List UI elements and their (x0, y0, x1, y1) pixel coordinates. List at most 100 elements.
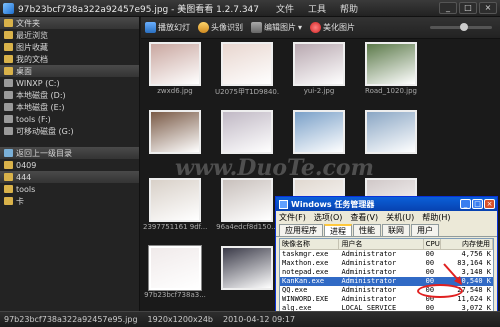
play-icon (145, 22, 156, 33)
thumbnail-caption: 96a4edcf8d150... (216, 223, 278, 231)
close-button[interactable]: × (479, 2, 497, 14)
slideshow-button[interactable]: 播放幻灯 (145, 22, 190, 33)
tree-item[interactable]: 我的文档 (0, 53, 139, 65)
tab-applications[interactable]: 应用程序 (279, 224, 323, 236)
thumbnail-caption: 97b23bcf738a3... (144, 291, 206, 299)
process-name: taskmgr.exe (282, 250, 329, 258)
tm-close-button[interactable]: × (484, 199, 495, 209)
menu-file[interactable]: 文件 (276, 2, 294, 15)
tree-item-label: 本地磁盘 (D:) (16, 90, 66, 100)
folder-icon (4, 197, 13, 205)
thumbnail-caption: yui-2.jpg (303, 87, 335, 95)
thumbnail-image (221, 246, 273, 290)
tree-item[interactable]: tools (F:) (0, 113, 139, 125)
process-row[interactable]: WINWORD.EXE Administrator 00 11,624 K (280, 295, 493, 304)
tab-processes[interactable]: 进程 (324, 224, 352, 236)
tree-item[interactable]: 可移动磁盘 (G:) (0, 125, 139, 137)
title-bar: 97b23bcf738a322a92457e95.jpg - 美图看看 1.2.… (0, 0, 500, 17)
thumbnail[interactable]: zwxd6.jpg (143, 42, 207, 97)
tree-item[interactable]: tools (0, 183, 139, 195)
tree-item[interactable]: 0409 (0, 159, 139, 171)
tree-item-label: 可移动磁盘 (G:) (16, 126, 74, 136)
tm-menu-file[interactable]: 文件(F) (279, 212, 306, 223)
edit-label: 编辑图片 (264, 23, 296, 32)
tree-item-label: 文件夹 (16, 18, 40, 28)
thumbnail-image (221, 178, 273, 222)
thumbnail-image (293, 42, 345, 86)
tm-maximize-button[interactable]: □ (472, 199, 483, 209)
thumbnail-image (221, 110, 273, 154)
process-name: Maxthon.exe (282, 259, 329, 267)
tree-item-label: tools (16, 184, 36, 194)
thumbnail-image (293, 110, 345, 154)
chevron-down-icon: ▾ (298, 23, 303, 32)
minimize-button[interactable]: _ (439, 2, 457, 14)
up-icon (4, 149, 13, 157)
thumbnail-caption: zwxd6.jpg (157, 87, 193, 95)
column-memory[interactable]: 内存使用 (441, 239, 493, 249)
process-cpu: 00 (425, 250, 435, 258)
tree-item[interactable]: 文件夹 (0, 17, 139, 29)
tree-item[interactable]: 最近浏览 (0, 29, 139, 41)
folder-icon (4, 185, 13, 193)
drive-icon (4, 115, 13, 123)
tree-item[interactable]: 444 (0, 171, 139, 183)
thumbnail-image (149, 110, 201, 154)
status-bar: 97b23bcf738a322a92457e95.jpg 1920x1200x2… (0, 311, 500, 327)
beautify-icon (310, 22, 322, 33)
tree-item[interactable]: 图片收藏 (0, 41, 139, 53)
thumbnail[interactable] (215, 246, 279, 301)
thumbnail[interactable]: 97b23bcf738a3... (143, 246, 207, 301)
tree-item[interactable]: 本地磁盘 (E:) (0, 101, 139, 113)
face-icon (198, 22, 209, 33)
edit-image-button[interactable]: 编辑图片 ▾ (251, 22, 302, 33)
thumbnail[interactable]: Road_1020.jpg (359, 42, 423, 97)
zoom-slider[interactable] (430, 23, 492, 31)
window-controls: _ □ × (439, 2, 497, 14)
process-user: Administrator (341, 250, 397, 258)
folder-icon (4, 173, 13, 181)
tree-item[interactable]: 卡 (0, 195, 139, 207)
tm-menu-view[interactable]: 查看(V) (350, 212, 378, 223)
tree-item[interactable]: WINXP (C:) (0, 77, 139, 89)
column-image-name[interactable]: 映像名称 (280, 239, 340, 249)
tm-minimize-button[interactable]: _ (460, 199, 471, 209)
process-cpu: 00 (425, 259, 435, 267)
folder-icon (4, 19, 13, 27)
thumbnail[interactable]: 96a4edcf8d150... (215, 178, 279, 233)
column-cpu[interactable]: CPU (424, 239, 442, 249)
thumbnail[interactable]: U2075甲T1D9840... (215, 42, 279, 97)
beautify-image-button[interactable]: 美化图片 (310, 22, 355, 33)
tree-separator (0, 137, 139, 147)
toolbar: 播放幻灯 头像识别 编辑图片 ▾ 美化图片 (141, 17, 500, 39)
task-manager-controls: _ □ × (460, 199, 495, 209)
tm-menu-help[interactable]: 帮助(H) (422, 212, 450, 223)
tree-item-label: 返回上一级目录 (16, 148, 72, 158)
thumbnail-image (149, 42, 201, 86)
tree-item-label: 图片收藏 (16, 42, 48, 52)
column-user-name[interactable]: 用户名 (339, 239, 424, 249)
process-row[interactable]: taskmgr.exe Administrator 00 4,756 K (280, 250, 493, 259)
folder-icon (4, 67, 13, 75)
tm-menu-shutdown[interactable]: 关机(U) (386, 212, 414, 223)
tab-networking[interactable]: 联网 (382, 224, 410, 236)
tree-item[interactable]: 本地磁盘 (D:) (0, 89, 139, 101)
tab-performance[interactable]: 性能 (353, 224, 381, 236)
status-dimensions: 1920x1200x24b (147, 315, 213, 324)
tm-menu-options[interactable]: 选项(O) (314, 212, 343, 223)
process-mem: 4,756 K (461, 250, 491, 258)
face-recognition-button[interactable]: 头像识别 (198, 22, 243, 33)
menu-tools[interactable]: 工具 (308, 2, 326, 15)
menu-help[interactable]: 帮助 (340, 2, 358, 15)
thumbnail[interactable]: 2397751161 9df... (143, 178, 207, 233)
thumbnail-caption: Road_1020.jpg (365, 87, 417, 95)
zoom-slider-knob[interactable] (460, 23, 468, 31)
tree-item[interactable]: 桌面 (0, 65, 139, 77)
maximize-button[interactable]: □ (459, 2, 477, 14)
thumbnail-caption: U2075甲T1D9840... (215, 88, 279, 96)
tree-item[interactable]: 返回上一级目录 (0, 147, 139, 159)
thumbnail[interactable]: yui-2.jpg (287, 42, 351, 97)
tab-users[interactable]: 用户 (411, 224, 439, 236)
windows-icon (279, 199, 288, 209)
status-filename: 97b23bcf738a322a92457e95.jpg (4, 315, 138, 324)
